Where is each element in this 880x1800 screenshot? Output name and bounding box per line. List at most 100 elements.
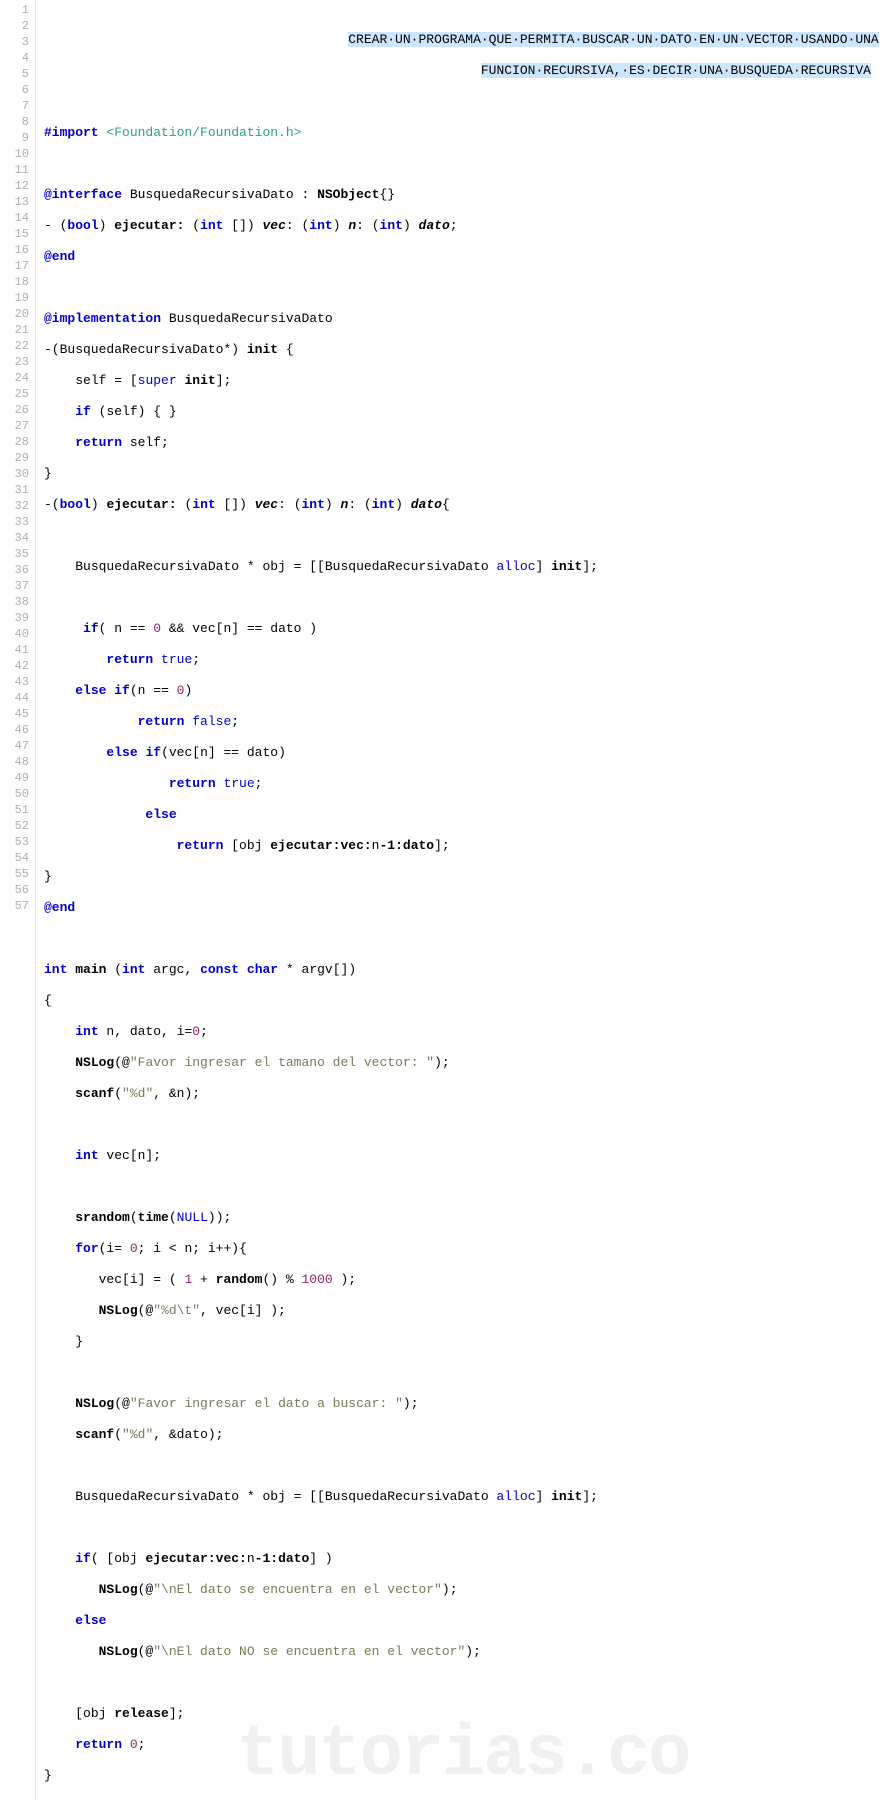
code-line: { — [44, 993, 880, 1009]
line-number: 49 — [0, 770, 29, 786]
code-line: return self; — [44, 435, 880, 451]
code-line — [44, 931, 880, 947]
code-line: return [obj ejecutar:vec:n-1:dato]; — [44, 838, 880, 854]
line-number: 25 — [0, 386, 29, 402]
line-number: 36 — [0, 562, 29, 578]
code-line — [44, 1520, 880, 1536]
line-number: 18 — [0, 274, 29, 290]
code-line: @implementation BusquedaRecursivaDato — [44, 311, 880, 327]
line-number: 17 — [0, 258, 29, 274]
line-number: 14 — [0, 210, 29, 226]
line-number: 21 — [0, 322, 29, 338]
code-line — [44, 1365, 880, 1381]
line-number: 10 — [0, 146, 29, 162]
line-number: 31 — [0, 482, 29, 498]
code-line — [44, 1117, 880, 1133]
code-line: vec[i] = ( 1 + random() % 1000 ); — [44, 1272, 880, 1288]
code-line: } — [44, 1334, 880, 1350]
code-line: return false; — [44, 714, 880, 730]
line-number: 6 — [0, 82, 29, 98]
code-line: CREAR·UN·PROGRAMA·QUE·PERMITA·BUSCAR·UN·… — [44, 32, 880, 48]
code-line: self = [super init]; — [44, 373, 880, 389]
line-number: 11 — [0, 162, 29, 178]
line-number: 55 — [0, 866, 29, 882]
line-number: 3 — [0, 34, 29, 50]
line-number: 1 — [0, 2, 29, 18]
line-number: 7 — [0, 98, 29, 114]
code-line: NSLog(@"\nEl dato se encuentra en el vec… — [44, 1582, 880, 1598]
code-line: NSLog(@"%d\t", vec[i] ); — [44, 1303, 880, 1319]
code-line: NSLog(@"\nEl dato NO se encuentra en el … — [44, 1644, 880, 1660]
line-number: 41 — [0, 642, 29, 658]
code-line: BusquedaRecursivaDato * obj = [[Busqueda… — [44, 559, 880, 575]
code-line: @end — [44, 900, 880, 916]
code-line: else — [44, 807, 880, 823]
code-line: scanf("%d", &dato); — [44, 1427, 880, 1443]
code-line: if( n == 0 && vec[n] == dato ) — [44, 621, 880, 637]
code-line: @end — [44, 249, 880, 265]
code-line: } — [44, 466, 880, 482]
line-number: 2 — [0, 18, 29, 34]
line-number-gutter: 1234567891011121314151617181920212223242… — [0, 0, 36, 1800]
line-number: 4 — [0, 50, 29, 66]
line-number: 16 — [0, 242, 29, 258]
code-line: scanf("%d", &n); — [44, 1086, 880, 1102]
code-line: } — [44, 869, 880, 885]
line-number: 12 — [0, 178, 29, 194]
code-area[interactable]: tutorias.co CREAR·UN·PROGRAMA·QUE·PERMIT… — [36, 0, 880, 1800]
code-line: for(i= 0; i < n; i++){ — [44, 1241, 880, 1257]
code-line — [44, 590, 880, 606]
line-number: 50 — [0, 786, 29, 802]
line-number: 37 — [0, 578, 29, 594]
line-number: 35 — [0, 546, 29, 562]
code-line — [44, 1675, 880, 1691]
code-line: else if(n == 0) — [44, 683, 880, 699]
line-number: 48 — [0, 754, 29, 770]
line-number: 9 — [0, 130, 29, 146]
line-number: 38 — [0, 594, 29, 610]
code-line: -(bool) ejecutar: (int []) vec: (int) n:… — [44, 497, 880, 513]
line-number: 28 — [0, 434, 29, 450]
code-line: BusquedaRecursivaDato * obj = [[Busqueda… — [44, 1489, 880, 1505]
line-number: 19 — [0, 290, 29, 306]
line-number: 57 — [0, 898, 29, 914]
code-line: else if(vec[n] == dato) — [44, 745, 880, 761]
line-number: 46 — [0, 722, 29, 738]
code-line: return true; — [44, 652, 880, 668]
code-line: } — [44, 1768, 880, 1784]
code-line: int main (int argc, const char * argv[]) — [44, 962, 880, 978]
code-line: int n, dato, i=0; — [44, 1024, 880, 1040]
code-line: -(BusquedaRecursivaDato*) init { — [44, 342, 880, 358]
line-number: 23 — [0, 354, 29, 370]
code-line: srandom(time(NULL)); — [44, 1210, 880, 1226]
code-line: NSLog(@"Favor ingresar el tamano del vec… — [44, 1055, 880, 1071]
code-line — [44, 1458, 880, 1474]
code-line — [44, 280, 880, 296]
code-line: @interface BusquedaRecursivaDato : NSObj… — [44, 187, 880, 203]
code-line: - (bool) ejecutar: (int []) vec: (int) n… — [44, 218, 880, 234]
line-number: 44 — [0, 690, 29, 706]
code-line: int vec[n]; — [44, 1148, 880, 1164]
line-number: 33 — [0, 514, 29, 530]
line-number: 29 — [0, 450, 29, 466]
code-editor[interactable]: 1234567891011121314151617181920212223242… — [0, 0, 880, 1800]
code-line: [obj release]; — [44, 1706, 880, 1722]
code-line — [44, 156, 880, 172]
code-line: return 0; — [44, 1737, 880, 1753]
code-line — [44, 528, 880, 544]
code-line: else — [44, 1613, 880, 1629]
line-number: 43 — [0, 674, 29, 690]
code-line: FUNCION·RECURSIVA,·ES·DECIR·UNA·BUSQUEDA… — [44, 63, 880, 79]
line-number: 42 — [0, 658, 29, 674]
line-number: 34 — [0, 530, 29, 546]
code-line — [44, 94, 880, 110]
line-number: 8 — [0, 114, 29, 130]
line-number: 24 — [0, 370, 29, 386]
line-number: 13 — [0, 194, 29, 210]
line-number: 5 — [0, 66, 29, 82]
line-number: 20 — [0, 306, 29, 322]
line-number: 51 — [0, 802, 29, 818]
line-number: 32 — [0, 498, 29, 514]
line-number: 52 — [0, 818, 29, 834]
line-number: 45 — [0, 706, 29, 722]
